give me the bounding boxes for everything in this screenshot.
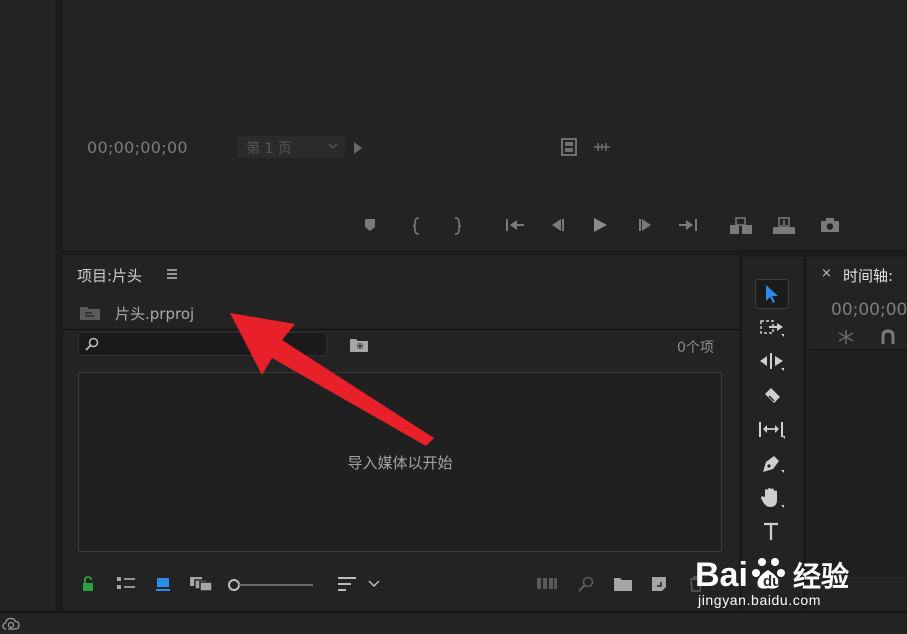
item-count: 0个项 bbox=[677, 340, 714, 356]
play-icon[interactable] bbox=[592, 217, 608, 233]
divider bbox=[63, 329, 739, 330]
watermark-url: jingyan.baidu.com bbox=[698, 592, 822, 608]
svg-text:经验: 经验 bbox=[793, 560, 849, 592]
find-icon[interactable] bbox=[578, 576, 594, 592]
panel-menu-icon[interactable] bbox=[166, 269, 178, 279]
playhead-timecode[interactable]: 00;00;00;00 bbox=[87, 138, 188, 157]
icon-view-icon[interactable] bbox=[155, 576, 171, 592]
ripple-edit-tool-icon bbox=[760, 353, 784, 371]
wave-icon[interactable] bbox=[593, 141, 611, 153]
hand-tool-icon bbox=[761, 488, 784, 508]
find-in-bin-icon[interactable] bbox=[349, 337, 369, 353]
panel-title[interactable]: 项目:片头 bbox=[77, 265, 142, 286]
snap-icon[interactable] bbox=[837, 329, 855, 345]
mark-in-icon[interactable] bbox=[412, 217, 422, 235]
track-select-tool[interactable] bbox=[755, 313, 789, 343]
status-bar bbox=[0, 612, 907, 634]
zoom-slider[interactable] bbox=[227, 578, 315, 592]
go-to-out-icon[interactable] bbox=[678, 217, 698, 233]
razor-tool[interactable] bbox=[755, 381, 789, 411]
page-select[interactable]: 第 1 页 bbox=[237, 136, 345, 158]
new-item-icon[interactable] bbox=[651, 576, 667, 592]
step-back-icon[interactable] bbox=[548, 217, 566, 233]
project-panel: 项目:片头 片头.prproj 0个项 导入媒体以开始 bbox=[63, 255, 739, 610]
chevron-down-icon[interactable] bbox=[368, 580, 380, 588]
page-select-label: 第 1 页 bbox=[246, 141, 292, 157]
pen-tool-icon bbox=[763, 456, 784, 473]
close-icon[interactable]: × bbox=[821, 266, 832, 281]
sort-icon[interactable] bbox=[337, 576, 357, 592]
timeline-title[interactable]: 时间轴: bbox=[843, 265, 893, 286]
timeline-timecode[interactable]: 00;00;00 bbox=[831, 300, 907, 320]
pen-tool[interactable] bbox=[755, 449, 789, 479]
watermark: Bai du 经验 jingyan.baidu.com bbox=[695, 550, 907, 612]
overwrite-icon[interactable] bbox=[772, 217, 796, 235]
chevron-down-icon bbox=[328, 143, 338, 150]
type-tool-icon bbox=[764, 522, 778, 540]
search-input[interactable] bbox=[78, 332, 327, 356]
selection-tool[interactable] bbox=[755, 279, 789, 309]
creative-cloud-icon[interactable] bbox=[2, 617, 20, 631]
page-play-icon[interactable] bbox=[353, 141, 363, 155]
left-panel bbox=[0, 0, 55, 610]
add-marker-icon[interactable] bbox=[363, 217, 377, 233]
track-select-tool-icon bbox=[760, 320, 784, 337]
slip-tool-icon bbox=[759, 422, 785, 439]
folder-icon bbox=[80, 307, 100, 320]
new-bin-icon[interactable] bbox=[613, 576, 633, 592]
list-view-icon[interactable] bbox=[116, 576, 136, 590]
ripple-edit-tool[interactable] bbox=[755, 347, 789, 377]
freeform-view-icon[interactable] bbox=[189, 576, 213, 592]
go-to-in-icon[interactable] bbox=[505, 217, 525, 233]
selection-tool-icon bbox=[766, 285, 778, 303]
insert-icon[interactable] bbox=[729, 217, 753, 235]
razor-tool-icon bbox=[765, 388, 780, 403]
hand-tool[interactable] bbox=[755, 483, 789, 513]
film-frame-icon[interactable] bbox=[561, 138, 577, 156]
type-tool[interactable] bbox=[755, 517, 789, 547]
program-monitor: 00;00;00;00 第 1 页 bbox=[63, 0, 907, 250]
magnet-icon[interactable] bbox=[880, 329, 896, 345]
svg-text:Bai: Bai bbox=[695, 556, 748, 592]
panel-gap bbox=[55, 0, 63, 610]
empty-state-hint: 导入媒体以开始 bbox=[347, 454, 453, 472]
lock-icon[interactable] bbox=[81, 576, 95, 592]
project-file-name: 片头.prproj bbox=[115, 305, 195, 323]
timeline-tracks[interactable] bbox=[809, 349, 907, 577]
media-drop-area[interactable]: 导入媒体以开始 bbox=[78, 372, 722, 552]
search-icon bbox=[85, 337, 99, 351]
slip-tool[interactable] bbox=[755, 415, 789, 445]
baidu-jingyan-logo: Bai du 经验 bbox=[695, 556, 849, 592]
automate-to-sequence-icon[interactable] bbox=[536, 576, 558, 590]
svg-text:du: du bbox=[763, 573, 781, 590]
mark-out-icon[interactable] bbox=[452, 217, 462, 235]
camera-icon[interactable] bbox=[820, 217, 840, 233]
step-forward-icon[interactable] bbox=[637, 217, 655, 233]
